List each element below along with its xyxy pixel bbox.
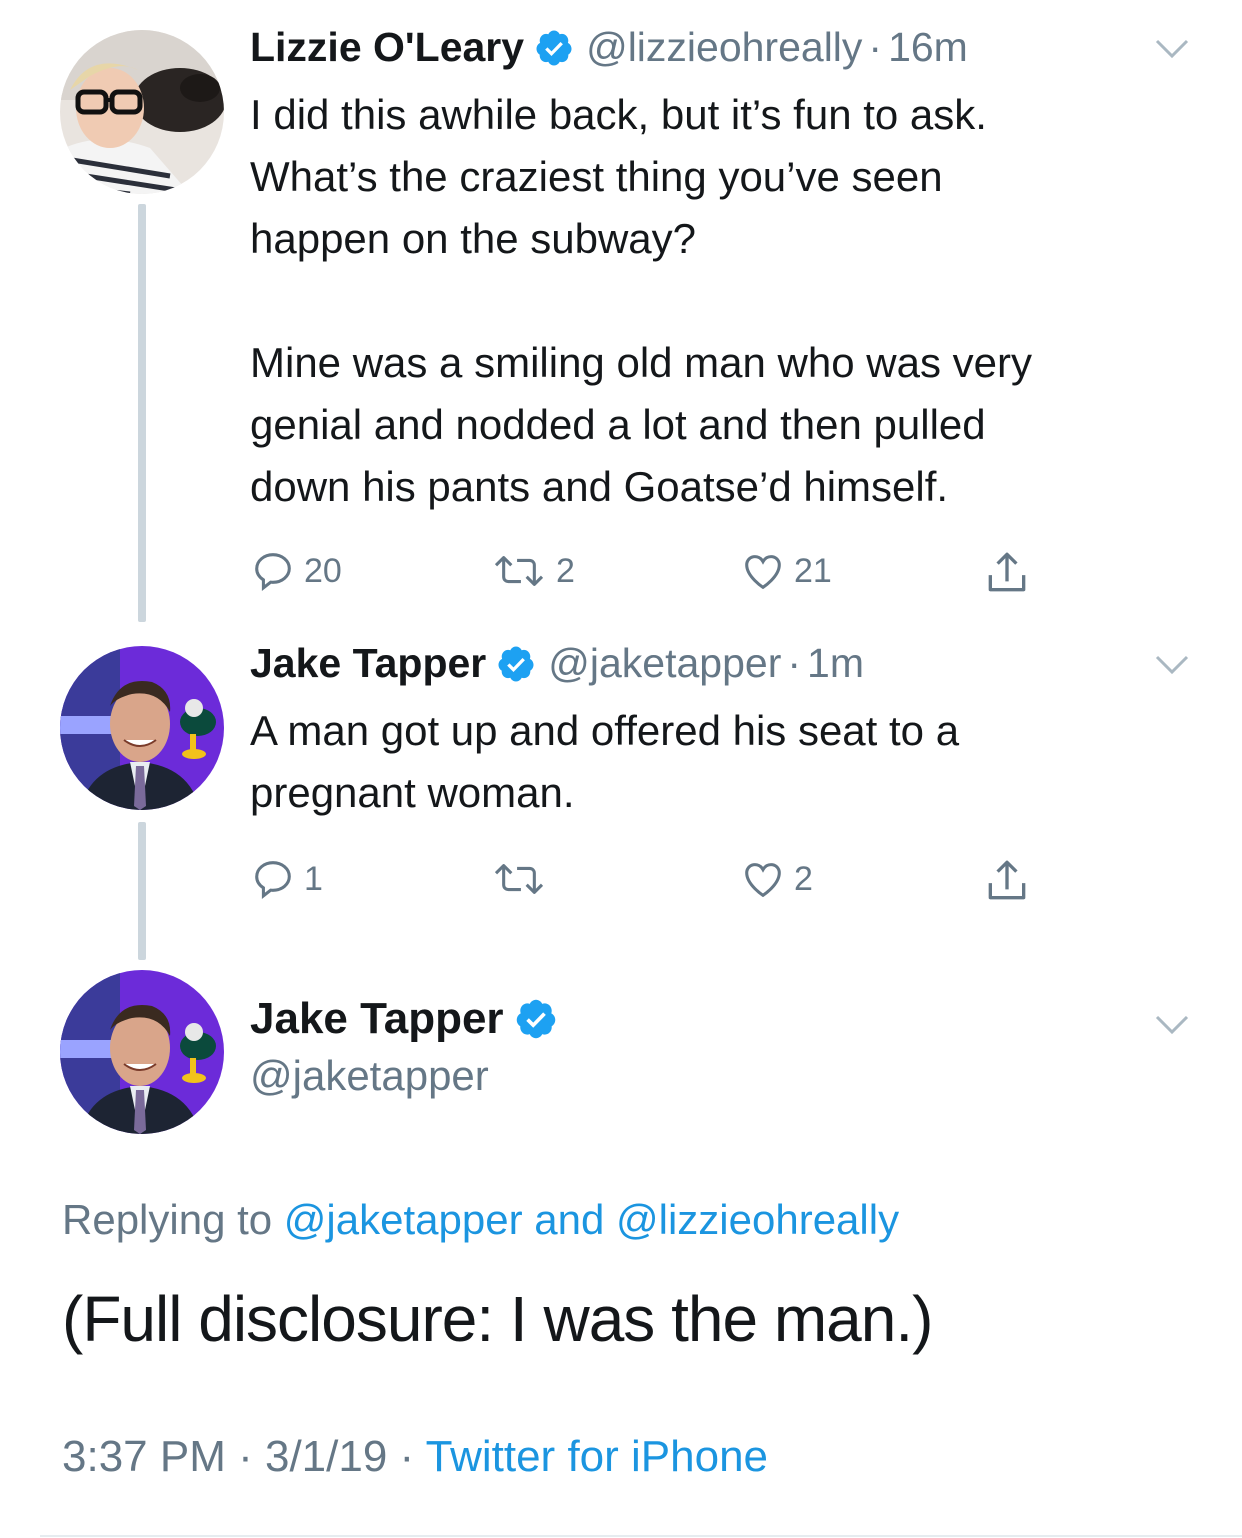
author-name[interactable]: Lizzie O'Leary (250, 24, 524, 71)
chevron-down-icon[interactable] (1154, 1014, 1190, 1036)
focused-author-name-row: Jake Tapper (250, 994, 570, 1044)
retweet-button[interactable]: 2 (490, 548, 575, 594)
tweet-actions: 1 2 (250, 856, 1050, 906)
separator-dot: · (787, 640, 802, 686)
verified-badge-icon (536, 30, 572, 65)
verified-badge-icon (516, 999, 555, 1039)
share-icon (988, 860, 1026, 900)
separator-dot: · (387, 1432, 426, 1481)
tweet-timestamp: 3:37 PM (62, 1432, 226, 1481)
verified-badge-icon (498, 646, 534, 681)
tweet-time[interactable]: 1m (807, 640, 864, 687)
share-button[interactable] (982, 548, 1032, 598)
author-name[interactable]: Jake Tapper (250, 640, 486, 687)
reply-icon (255, 861, 291, 900)
separator-dot: · (868, 24, 883, 70)
like-button[interactable]: 21 (740, 548, 832, 594)
retweet-icon (494, 556, 544, 586)
like-count: 2 (794, 859, 813, 898)
reply-user-link[interactable]: @lizzieohreally (616, 1196, 899, 1243)
chevron-down-icon[interactable] (1154, 654, 1190, 676)
divider (40, 1535, 1242, 1537)
tweet-meta: 3:37 PM · 3/1/19 · Twitter for iPhone (62, 1432, 768, 1482)
like-icon (745, 863, 781, 898)
reply-icon (255, 553, 291, 592)
reply-count: 1 (304, 859, 323, 898)
tweet-header: Lizzie O'Leary @lizzieohreally · 16m (250, 24, 968, 71)
tweet-actions: 20 2 21 (250, 548, 1050, 598)
thread-line (138, 822, 146, 960)
reply-count: 20 (304, 551, 342, 590)
replying-to: Replying to @jaketapper and @lizzieohrea… (62, 1196, 899, 1244)
author-name[interactable]: Jake Tapper (250, 994, 504, 1044)
tweet-text: I did this awhile back, but it’s fun to … (250, 91, 1032, 510)
reply-button[interactable]: 20 (250, 548, 342, 594)
author-handle[interactable]: @jaketapper (548, 640, 781, 687)
reply-user-link[interactable]: @jaketapper (284, 1196, 523, 1243)
thread-line (138, 204, 146, 622)
retweet-icon (494, 864, 544, 894)
focused-handle-row: @jaketapper (250, 1052, 489, 1100)
avatar-jake-focused[interactable] (60, 970, 224, 1134)
tweet-source-link[interactable]: Twitter for iPhone (426, 1432, 768, 1481)
avatar-lizzie[interactable] (60, 30, 224, 194)
author-handle[interactable]: @lizzieohreally (586, 24, 862, 71)
reply-button[interactable]: 1 (250, 856, 323, 902)
avatar-jake[interactable] (60, 646, 224, 810)
tweet-text: A man got up and offered his seat to a p… (250, 707, 960, 816)
retweet-button[interactable] (490, 856, 556, 902)
author-handle[interactable]: @jaketapper (250, 1052, 489, 1100)
reply-and: and (522, 1196, 616, 1243)
like-icon (745, 555, 781, 590)
like-button[interactable]: 2 (740, 856, 813, 902)
tweet-date: 3/1/19 (264, 1432, 388, 1481)
tweet-time[interactable]: 16m (888, 24, 968, 71)
replying-prefix: Replying to (62, 1196, 284, 1243)
focused-tweet-text: (Full disclosure: I was the man.) (62, 1283, 933, 1355)
separator-dot: · (225, 1432, 265, 1481)
like-count: 21 (794, 551, 832, 590)
share-button[interactable] (982, 856, 1032, 906)
tweet-header: Jake Tapper @jaketapper · 1m (250, 640, 864, 687)
chevron-down-icon[interactable] (1154, 38, 1190, 60)
share-icon (988, 552, 1026, 592)
retweet-count: 2 (556, 551, 575, 590)
